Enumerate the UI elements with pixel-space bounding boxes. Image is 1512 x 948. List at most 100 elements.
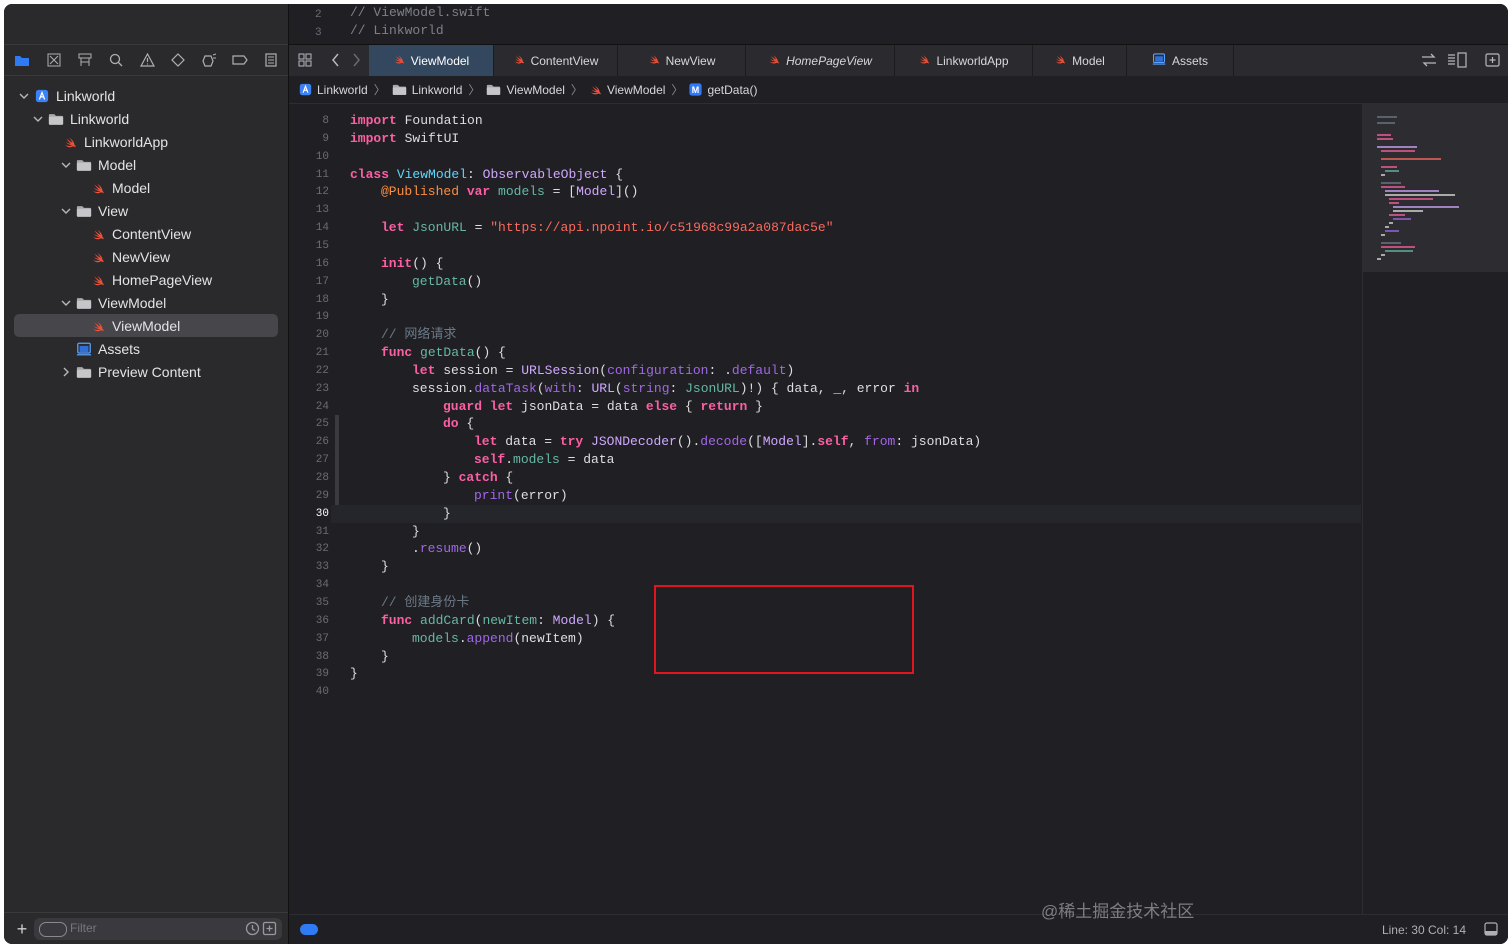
debug-area-toggle[interactable]	[300, 924, 318, 935]
line-number: 20	[315, 329, 329, 342]
tab-newview[interactable]: NewView	[618, 45, 746, 76]
code-token: from	[864, 434, 896, 450]
tree-item-newview[interactable]: NewView	[14, 245, 278, 268]
line-number: 31	[315, 525, 329, 538]
hierarchy-icon[interactable]	[75, 50, 95, 70]
minimap-line	[1393, 210, 1423, 212]
code-token: newItem	[482, 612, 538, 628]
chevron-right-icon[interactable]	[60, 366, 72, 378]
tab-homepageview[interactable]: HomePageView	[746, 45, 895, 76]
code-token: print	[474, 487, 514, 503]
minimap-line	[1377, 138, 1393, 140]
code-token: (	[614, 380, 623, 396]
code-token: {	[607, 166, 624, 182]
tree-item-view-folder[interactable]: View	[14, 199, 278, 222]
tree-item-linkworldapp[interactable]: LinkworldApp	[14, 130, 278, 153]
breadcrumb-item[interactable]: Linkworld	[392, 83, 462, 97]
search-icon[interactable]	[106, 50, 126, 70]
folder-icon[interactable]	[12, 50, 32, 70]
tab-contentview[interactable]: ContentView	[494, 45, 618, 76]
swift-file-icon	[90, 272, 106, 288]
tree-item-model-file[interactable]: Model	[14, 176, 278, 199]
code-token: @Published	[381, 184, 460, 200]
code-token: dataTask	[474, 380, 537, 396]
source-control-icon[interactable]	[44, 50, 64, 70]
warning-icon[interactable]	[137, 50, 157, 70]
tree-item-linkworld-folder[interactable]: Linkworld	[14, 107, 278, 130]
assets-icon	[76, 341, 92, 357]
tree-item-model-folder[interactable]: Model	[14, 153, 278, 176]
code-line: import SwiftUI	[350, 130, 459, 148]
tree-item-linkworld-project[interactable]: Linkworld	[14, 84, 278, 107]
code-token: Model	[762, 434, 802, 450]
code-token: JsonURL	[685, 380, 740, 396]
minimap-line	[1381, 254, 1385, 256]
code-token: configuration	[607, 362, 709, 378]
minimap[interactable]	[1362, 104, 1508, 914]
add-button[interactable]: +	[14, 919, 30, 939]
folder-icon	[76, 157, 92, 173]
chevron-down-icon[interactable]	[60, 205, 72, 217]
tree-item-label: HomePageView	[112, 271, 213, 288]
tree-item-viewmodel-file[interactable]: ViewModel	[14, 314, 278, 337]
source-control-filter-icon[interactable]	[262, 921, 277, 936]
code-token: = data	[559, 452, 615, 468]
code-token: let	[412, 362, 436, 378]
tab-viewmodel[interactable]: ViewModel	[369, 45, 494, 76]
breadcrumb-item[interactable]: ViewModel	[589, 83, 665, 97]
tab-linkworldapp[interactable]: LinkworldApp	[895, 45, 1033, 76]
code-line: @Published var models = [Model]()	[381, 183, 638, 201]
code-token: }	[350, 666, 358, 682]
swift-file-icon	[90, 249, 106, 265]
line-number: 32	[315, 543, 329, 556]
breadcrumb-item[interactable]: MgetData()	[689, 83, 757, 97]
chevron-down-icon[interactable]	[60, 297, 72, 309]
chevron-down-icon[interactable]	[32, 113, 44, 125]
code-line: func addCard(newItem: Model) {	[381, 612, 615, 630]
breakpoint-icon[interactable]	[230, 50, 250, 70]
tree-item-assets[interactable]: Assets	[14, 337, 278, 360]
back-icon[interactable]	[331, 53, 341, 67]
code-token: return	[700, 398, 748, 414]
test-icon[interactable]	[168, 50, 188, 70]
tree-item-preview-content[interactable]: Preview Content	[14, 360, 278, 383]
code-token: {	[497, 470, 514, 485]
recent-files-icon[interactable]	[245, 921, 260, 936]
tree-item-contentview[interactable]: ContentView	[14, 222, 278, 245]
code-token: let	[381, 220, 405, 236]
editor-options-icon[interactable]	[1447, 52, 1467, 68]
tree-item-homepageview[interactable]: HomePageView	[14, 268, 278, 291]
line-number: 17	[315, 275, 329, 288]
code-token: ().	[676, 434, 701, 450]
tree-item-viewmodel-folder[interactable]: ViewModel	[14, 291, 278, 314]
related-items-icon[interactable]	[1421, 53, 1437, 67]
code-token: : jsonData)	[895, 434, 982, 450]
filter-input[interactable]: Filter	[34, 918, 282, 940]
code-token: session =	[435, 362, 522, 378]
tab-model[interactable]: Model	[1033, 45, 1127, 76]
tab-assets[interactable]: Assets	[1127, 45, 1234, 76]
report-icon[interactable]	[261, 50, 281, 70]
code-token: init	[381, 255, 413, 271]
swift-file-icon	[513, 53, 525, 68]
filter-options-icon[interactable]	[39, 922, 67, 937]
code-token: jsonData = data	[513, 398, 646, 414]
code-line: let data = try JSONDecoder().decode([Mod…	[474, 433, 981, 451]
source-editor: 2 // ViewModel.swift 3 // Linkworld ViewMod…	[289, 4, 1508, 944]
add-editor-icon[interactable]	[1485, 53, 1500, 67]
line-number: 15	[315, 239, 329, 252]
chevron-down-icon[interactable]	[18, 90, 30, 102]
tree-item-label: Model	[98, 156, 137, 173]
breadcrumb-item[interactable]: ViewModel	[486, 83, 565, 97]
grid-icon[interactable]	[298, 53, 312, 67]
tree-item-label: View	[98, 202, 129, 219]
debug-icon[interactable]	[199, 50, 219, 70]
forward-icon[interactable]	[351, 53, 361, 67]
swift-file-icon	[393, 53, 405, 68]
panel-toggle-icon[interactable]	[1484, 922, 1498, 936]
code-line: }	[443, 505, 451, 523]
chevron-down-icon[interactable]	[60, 159, 72, 171]
breadcrumb-item[interactable]: Linkworld	[299, 83, 368, 97]
